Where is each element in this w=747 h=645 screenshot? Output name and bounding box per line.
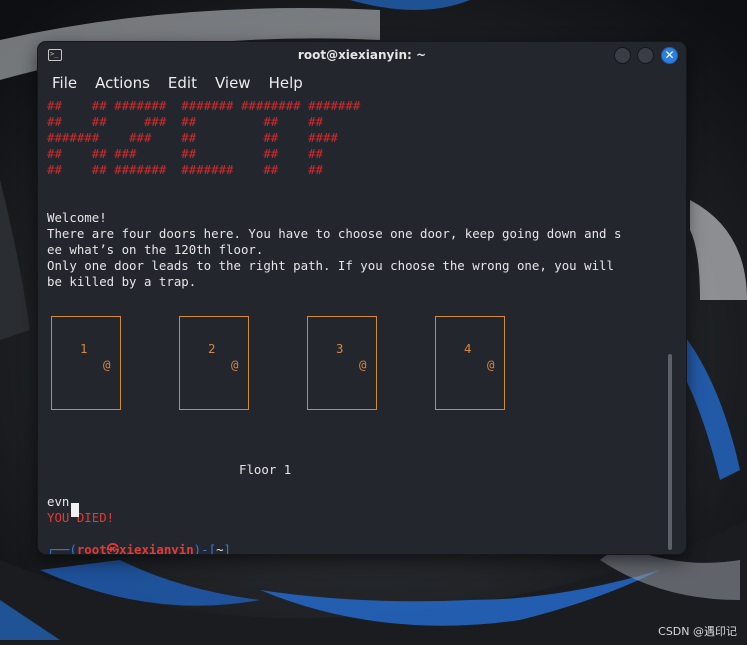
scrollbar[interactable]: [668, 354, 672, 550]
window-title: root@xiexianyin: ~: [297, 48, 427, 62]
menu-edit[interactable]: Edit: [168, 70, 197, 96]
banner-line: ## ## ####### ####### ## ##: [47, 162, 324, 177]
floor-label: Floor 1: [239, 462, 292, 477]
maximize-button[interactable]: [637, 47, 654, 64]
close-icon: ✕: [664, 48, 675, 62]
menu-help[interactable]: Help: [269, 70, 303, 96]
door-knob: @: [487, 357, 495, 372]
door-knob: @: [231, 357, 239, 372]
prompt-user: root㉿xiexianyin: [76, 542, 194, 554]
intro-line: be killed by a trap.: [47, 274, 197, 289]
door-number: 3: [336, 341, 344, 356]
title-bar[interactable]: >_ root@xiexianyin: ~ ✕: [38, 42, 686, 70]
intro-line: ee what’s on the 120th floor.: [47, 242, 264, 257]
prompt-frame-open: ┌──(: [47, 542, 77, 554]
banner-line: ####### ### ## ## ####: [47, 130, 338, 145]
prompt-path: ~: [216, 542, 224, 554]
intro-line: There are four doors here. You have to c…: [47, 226, 622, 241]
door-knob: @: [103, 357, 111, 372]
terminal-window: >_ root@xiexianyin: ~ ✕ File Actions Edi…: [38, 42, 686, 554]
menu-file[interactable]: File: [52, 70, 77, 96]
banner-line: ## ## ### ## ## ##: [47, 114, 324, 129]
menu-bar: File Actions Edit View Help: [38, 70, 686, 96]
minimize-button[interactable]: [614, 47, 631, 64]
door-number: 2: [208, 341, 216, 356]
result-line: YOU DIED!: [47, 510, 115, 525]
door-3: 3 @: [307, 316, 377, 410]
prompt-frame-mid: )-[: [193, 542, 217, 554]
text-cursor: [71, 503, 79, 517]
intro-line: Only one door leads to the right path. I…: [47, 258, 614, 273]
intro-line: Welcome!: [47, 210, 107, 225]
door-2: 2 @: [179, 316, 249, 410]
banner-line: ## ## ### ## ## ##: [47, 146, 324, 161]
close-button[interactable]: ✕: [661, 47, 678, 64]
prompt-line-1: ┌──(root㉿xiexianyin)-[~]: [47, 542, 231, 554]
menu-actions[interactable]: Actions: [95, 70, 150, 96]
terminal-output[interactable]: ## ## ####### ####### ######## ####### #…: [47, 98, 667, 554]
door-1: 1 @: [51, 316, 121, 410]
prompt-frame-close: ]: [223, 542, 231, 554]
door-knob: @: [359, 357, 367, 372]
banner-line: ## ## ####### ####### ######## #######: [47, 98, 361, 113]
watermark: CSDN @遇印记: [658, 625, 737, 638]
door-number: 1: [80, 341, 88, 356]
door-number: 4: [464, 341, 472, 356]
user-input-line: evn: [47, 494, 70, 509]
door-4: 4 @: [435, 316, 505, 410]
menu-view[interactable]: View: [215, 70, 251, 96]
